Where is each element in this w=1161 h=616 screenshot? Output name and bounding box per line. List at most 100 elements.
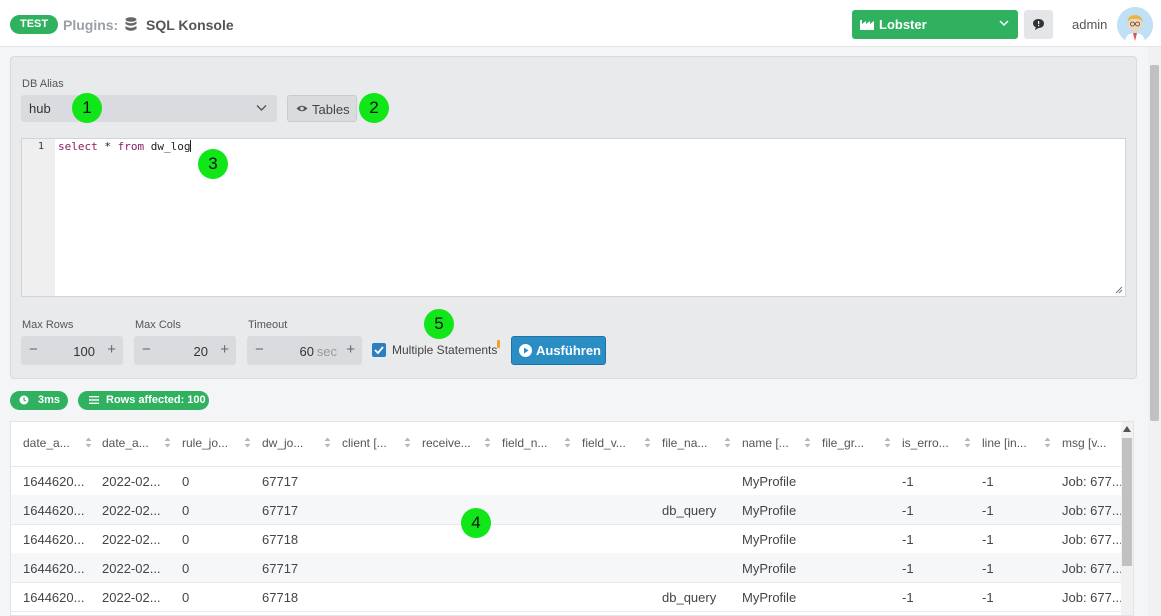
- text-cursor: [190, 140, 192, 152]
- column-header[interactable]: field_v...: [582, 436, 626, 450]
- user-name[interactable]: admin: [1072, 17, 1107, 32]
- decrement-button[interactable]: −: [142, 341, 151, 358]
- table-cell: -1: [902, 561, 914, 576]
- results-table: date_a... date_a... rule_jo... dw_jo... clie…: [10, 421, 1134, 616]
- duration-text: 3ms: [38, 394, 61, 406]
- sort-icon[interactable]: [164, 437, 171, 448]
- column-header[interactable]: receive...: [422, 436, 471, 450]
- column-header[interactable]: field_n...: [502, 436, 547, 450]
- annotation-marker-4: 4: [461, 508, 491, 538]
- feedback-button[interactable]: [1024, 10, 1053, 39]
- table-cell: -1: [982, 532, 994, 547]
- increment-button[interactable]: +: [107, 341, 116, 358]
- table-cell: 0: [182, 532, 190, 547]
- sql-keyword: select: [58, 140, 98, 153]
- sort-icon[interactable]: [244, 437, 251, 448]
- sort-icon[interactable]: [804, 437, 811, 448]
- table-cell: -1: [982, 590, 994, 605]
- annotation-marker-5: 5: [424, 309, 454, 339]
- table-row[interactable]: 1644620... 2022-02... 0 67718 db_query MyProf…: [11, 582, 1123, 612]
- sql-keyword: from: [117, 140, 145, 153]
- max-rows-stepper[interactable]: − 100 +: [21, 336, 123, 365]
- sort-icon[interactable]: [85, 437, 92, 448]
- column-header[interactable]: dw_jo...: [262, 436, 303, 450]
- column-header[interactable]: is_erro...: [902, 436, 949, 450]
- annotation-marker-1: 1: [72, 93, 102, 123]
- table-row[interactable]: 1644620... 2022-02... 0 67717 MyProfile -1 -1 J…: [11, 466, 1123, 496]
- clock-icon: [19, 395, 29, 405]
- column-header[interactable]: rule_jo...: [182, 436, 228, 450]
- max-cols-label: Max Cols: [135, 319, 181, 331]
- timeout-value[interactable]: 60: [300, 344, 314, 359]
- sort-icon[interactable]: [564, 437, 571, 448]
- column-header[interactable]: date_a...: [23, 436, 70, 450]
- table-scrollbar-thumb[interactable]: [1122, 438, 1132, 566]
- resize-handle-icon[interactable]: [1115, 286, 1123, 294]
- workspace-select[interactable]: Lobster: [852, 10, 1018, 39]
- max-cols-stepper[interactable]: − 20 +: [134, 336, 236, 365]
- page-scrollbar[interactable]: [1148, 47, 1161, 616]
- table-cell: 1644620...: [23, 474, 85, 489]
- run-button[interactable]: Ausführen: [511, 336, 606, 365]
- timeout-unit: sec: [316, 344, 337, 359]
- user-avatar-icon: [1117, 7, 1153, 43]
- table-row[interactable]: 1644620... 2022-02... 0 67718 MyProfile -1 -1 J…: [11, 524, 1123, 554]
- env-badge: TEST: [10, 15, 59, 34]
- sort-icon[interactable]: [884, 437, 891, 448]
- sort-icon[interactable]: [644, 437, 651, 448]
- sort-icon[interactable]: [484, 437, 491, 448]
- tables-button[interactable]: Tables: [287, 95, 357, 122]
- sort-icon[interactable]: [724, 437, 731, 448]
- table-cell: 67718: [262, 590, 299, 605]
- db-alias-select[interactable]: hub: [21, 95, 277, 122]
- sql-query-text[interactable]: select * from dw_log: [58, 140, 192, 153]
- increment-button[interactable]: +: [220, 341, 229, 358]
- chevron-down-icon: [999, 20, 1009, 27]
- page-scrollbar-thumb[interactable]: [1150, 65, 1159, 421]
- sort-icon[interactable]: [324, 437, 331, 448]
- rows-affected-badge: Rows affected: 100: [78, 391, 209, 410]
- column-header[interactable]: line [in...: [982, 436, 1027, 450]
- sql-editor[interactable]: 1 select * from dw_log: [21, 138, 1126, 297]
- decrement-button[interactable]: −: [29, 341, 38, 358]
- multiple-statements-label[interactable]: Multiple Statements: [392, 343, 497, 357]
- table-row[interactable]: 1644620... 2022-02... 0 67717 db_query MyProf…: [11, 495, 1123, 525]
- column-header[interactable]: name [...: [742, 436, 789, 450]
- table-cell: MyProfile: [742, 590, 797, 605]
- chat-icon: [1033, 19, 1044, 30]
- avatar[interactable]: [1117, 7, 1153, 43]
- chevron-down-icon: [256, 105, 267, 111]
- sql-token: dw_log: [144, 140, 191, 153]
- sort-icon[interactable]: [1044, 437, 1051, 448]
- database-icon: [125, 17, 137, 31]
- factory-icon: [860, 20, 874, 30]
- max-rows-value[interactable]: 100: [73, 344, 95, 359]
- sort-icon[interactable]: [964, 437, 971, 448]
- column-header[interactable]: file_gr...: [822, 436, 864, 450]
- multiple-statements-checkbox[interactable]: [372, 343, 386, 357]
- editor-gutter: 1: [22, 139, 55, 296]
- table-row[interactable]: 1644620... 2022-02... 0 67717 MyProfile -1 -1 J…: [11, 553, 1123, 583]
- table-cell: db_query: [662, 503, 717, 518]
- table-cell: -1: [902, 503, 914, 518]
- tables-button-label: Tables: [312, 102, 350, 117]
- scroll-up-icon[interactable]: [1123, 426, 1131, 432]
- table-scrollbar[interactable]: [1121, 422, 1133, 615]
- table-cell: 1644620...: [23, 503, 85, 518]
- info-icon[interactable]: [497, 340, 500, 348]
- list-icon: [89, 396, 99, 404]
- column-header[interactable]: date_a...: [102, 436, 149, 450]
- column-header[interactable]: msg [v...: [1062, 436, 1106, 450]
- decrement-button[interactable]: −: [255, 341, 264, 358]
- annotation-marker-3: 3: [198, 149, 228, 179]
- table-cell: 0: [182, 474, 190, 489]
- max-cols-value[interactable]: 20: [194, 344, 208, 359]
- timeout-stepper[interactable]: − 60 sec +: [247, 336, 362, 365]
- column-header[interactable]: client [...: [342, 436, 387, 450]
- table-cell: -1: [902, 532, 914, 547]
- increment-button[interactable]: +: [346, 341, 355, 358]
- table-cell: Job: 677...: [1062, 474, 1123, 489]
- table-cell: 1644620...: [23, 561, 85, 576]
- sort-icon[interactable]: [404, 437, 411, 448]
- column-header[interactable]: file_na...: [662, 436, 707, 450]
